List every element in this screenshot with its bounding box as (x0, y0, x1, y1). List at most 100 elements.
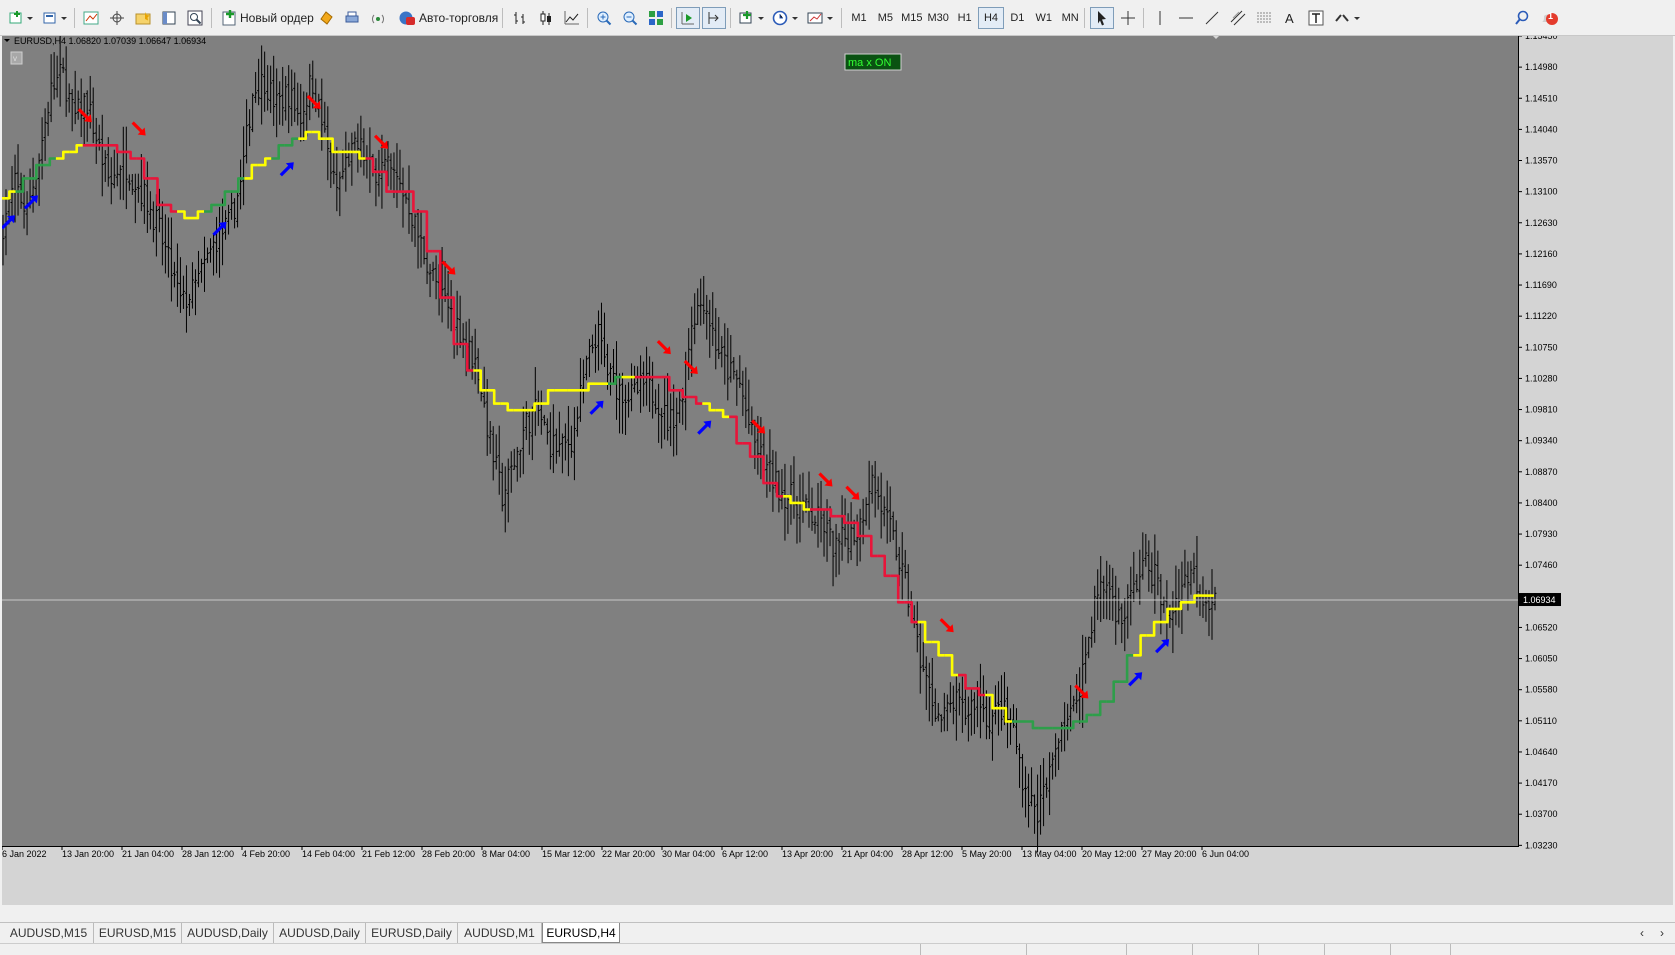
market-watch-icon (83, 11, 99, 25)
chart-shift-icon (708, 12, 719, 24)
status-cell (1324, 944, 1391, 955)
timeframe-h1[interactable]: H1 (952, 7, 978, 29)
channel-icon (1230, 10, 1246, 26)
line-chart-button[interactable] (560, 7, 584, 29)
chart-shift-button[interactable] (702, 7, 726, 29)
equidistant-channel-tool[interactable] (1226, 7, 1250, 29)
navigator-button[interactable] (105, 7, 129, 29)
chart-bottom-margin (0, 905, 1675, 922)
periods-button[interactable] (770, 7, 802, 29)
candlestick-icon (540, 11, 551, 25)
cursor-tool[interactable] (1090, 7, 1114, 29)
price-chart[interactable]: 1.15450 1.14980 1.14510 1.14040 1.13570 1.131… (2, 36, 1673, 905)
price-tick-label: 1.04640 (1525, 747, 1558, 757)
price-tick-label: 1.12630 (1525, 218, 1558, 228)
chart-tab[interactable]: AUDUSD,Daily (182, 923, 274, 943)
notifications-button[interactable]: 1 (1536, 7, 1560, 29)
diamond-icon (320, 11, 333, 25)
time-tick-label: 21 Apr 04:00 (842, 849, 893, 859)
terminal-button[interactable] (157, 7, 181, 29)
signals-button[interactable] (340, 7, 364, 29)
timeframe-h4[interactable]: H4 (978, 7, 1004, 29)
tester-button[interactable] (183, 7, 207, 29)
chart-tab[interactable]: EURUSD,H4 (542, 923, 620, 943)
time-tick-label: 28 Feb 20:00 (422, 849, 475, 859)
price-tick-label: 1.08400 (1525, 498, 1558, 508)
auto-trading-button[interactable]: Авто-торговля (393, 7, 503, 29)
time-tick-label: 13 May 04:00 (1022, 849, 1077, 859)
status-cell (1192, 944, 1259, 955)
ma-status-label: ma x ON (848, 57, 891, 69)
crosshair-icon (1121, 11, 1135, 25)
terminal-icon (162, 11, 176, 25)
experts-button[interactable] (314, 7, 338, 29)
horizontal-line-tool[interactable] (1174, 7, 1198, 29)
price-tick-label: 1.07460 (1525, 560, 1558, 570)
chart-tab[interactable]: AUDUSD,M1 (458, 923, 542, 943)
timeframe-m15[interactable]: M15 (899, 7, 925, 29)
chart-options-label: v (13, 54, 17, 63)
timeframe-d1[interactable]: D1 (1004, 7, 1030, 29)
grid-icon (649, 11, 663, 25)
price-tick-label: 1.05110 (1525, 716, 1557, 726)
zoom-out-icon (623, 11, 638, 26)
time-tick-label: 15 Mar 12:00 (542, 849, 595, 859)
market-watch-button[interactable] (79, 7, 103, 29)
fibonacci-tool[interactable] (1252, 7, 1276, 29)
tab-scroll-left-icon[interactable]: ‹ (1633, 923, 1651, 943)
new-order-icon (222, 10, 236, 26)
tab-scroll-right-icon[interactable]: › (1653, 923, 1671, 943)
templates-button[interactable] (805, 7, 837, 29)
template-icon (807, 12, 833, 24)
time-tick-label: 21 Jan 04:00 (122, 849, 174, 859)
timeframe-m30[interactable]: M30 (925, 7, 951, 29)
zoom-in-button[interactable] (592, 7, 616, 29)
svg-text:A: A (1285, 11, 1294, 26)
new-order-button[interactable]: Новый ордер (216, 7, 319, 29)
new-chart-button[interactable] (6, 7, 36, 29)
tile-windows-button[interactable] (644, 7, 668, 29)
search-button[interactable] (1510, 7, 1534, 29)
clock-icon (772, 10, 798, 26)
connection-status[interactable] (1450, 944, 1571, 955)
chart-tab[interactable]: EURUSD,Daily (366, 923, 458, 943)
time-tick-label: 8 Mar 04:00 (482, 849, 530, 859)
status-cell (1390, 944, 1451, 955)
candlestick-button[interactable] (534, 7, 558, 29)
magnifier-chart-icon (187, 10, 203, 26)
price-tick-label: 1.14510 (1525, 93, 1558, 103)
favorites-button[interactable] (131, 7, 155, 29)
signal-broadcast-button[interactable] (366, 7, 390, 29)
chart-tab[interactable]: AUDUSD,M15 (4, 923, 94, 943)
cursor-icon (1098, 11, 1106, 26)
timeframe-m5[interactable]: M5 (872, 7, 898, 29)
chart-window[interactable]: 1.15450 1.14980 1.14510 1.14040 1.13570 1.131… (2, 36, 1673, 905)
trendline-tool[interactable] (1200, 7, 1224, 29)
current-price-tag: 1.06934 (1519, 593, 1561, 607)
crosshair-tool[interactable] (1116, 7, 1140, 29)
indicators-icon (739, 11, 764, 24)
status-cell (1026, 944, 1127, 955)
timeframe-w1[interactable]: W1 (1031, 7, 1057, 29)
vertical-line-tool[interactable] (1148, 7, 1172, 29)
profiles-button[interactable] (40, 7, 70, 29)
text-label-icon (1308, 10, 1324, 26)
arrows-tool[interactable] (1332, 7, 1364, 29)
text-tool[interactable]: A (1278, 7, 1302, 29)
price-tick-label: 1.09810 (1525, 405, 1558, 415)
crosshair-move-icon (110, 11, 124, 25)
chart-tab[interactable]: AUDUSD,Daily (274, 923, 366, 943)
bar-chart-button[interactable] (508, 7, 532, 29)
time-tick-label: 30 Mar 04:00 (662, 849, 715, 859)
indicators-button[interactable] (736, 7, 768, 29)
timeframe-m1[interactable]: M1 (846, 7, 872, 29)
text-label-tool[interactable] (1304, 7, 1328, 29)
chart-tab[interactable]: EURUSD,M15 (94, 923, 182, 943)
timeframe-mn[interactable]: MN (1057, 7, 1083, 29)
price-tick-label: 1.05580 (1525, 685, 1558, 695)
price-tick-label: 1.09340 (1525, 436, 1558, 446)
auto-scroll-button[interactable] (676, 7, 700, 29)
price-tick-label: 1.14040 (1525, 124, 1558, 134)
zoom-out-button[interactable] (618, 7, 642, 29)
ma-status-button[interactable]: ma x ON (844, 53, 902, 71)
